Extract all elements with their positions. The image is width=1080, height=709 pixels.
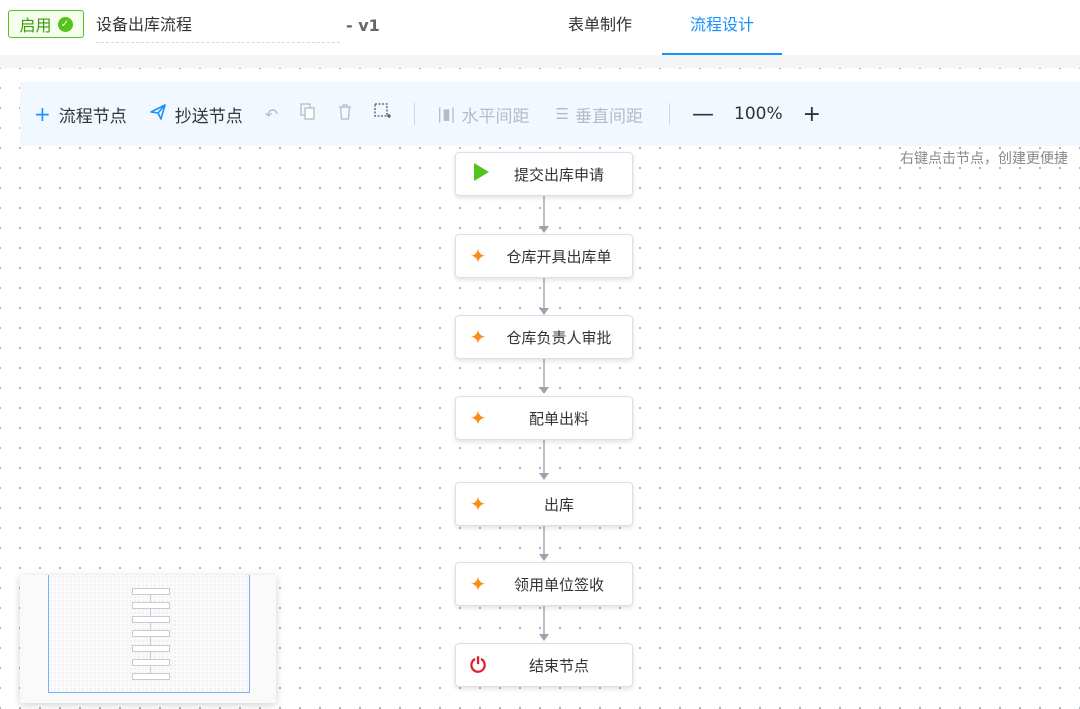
node-label: 配单出料	[528, 409, 589, 428]
vertical-spacing-label: 垂直间距	[575, 106, 643, 127]
minimap-node	[132, 616, 170, 623]
flow-node-end[interactable]: ⏻ 结束节点	[455, 643, 633, 687]
arrow-down-icon	[539, 473, 549, 480]
zoom-in-button[interactable]: +	[803, 102, 821, 127]
app-header: 启用 ✓ 设备出库流程 - v1 表单制作 流程设计	[0, 0, 1080, 56]
flow-node-start[interactable]: 提交出库申请	[455, 152, 633, 196]
flow-connector	[543, 440, 545, 473]
flow-connector	[543, 196, 545, 226]
horizontal-spacing-label: 水平间距	[461, 106, 530, 127]
arrow-down-icon	[539, 554, 549, 561]
vertical-spacing-button[interactable]: ☰ 垂直间距	[556, 102, 643, 127]
minimap-node	[132, 645, 170, 652]
header-separator	[0, 55, 1080, 68]
sparkle-icon: ✦	[469, 406, 487, 430]
flow-node[interactable]: ✦ 仓库负责人审批	[455, 315, 633, 359]
power-icon: ⏻	[470, 653, 486, 677]
flow-node[interactable]: ✦ 仓库开具出库单	[455, 234, 633, 278]
node-label: 仓库负责人审批	[506, 328, 612, 347]
status-badge[interactable]: 启用 ✓	[8, 10, 84, 38]
tab-flow-design[interactable]: 流程设计	[662, 0, 782, 55]
minimap[interactable]	[20, 575, 276, 703]
sparkle-icon: ✦	[469, 572, 487, 596]
flow-node[interactable]: ✦ 领用单位签收	[455, 562, 633, 606]
minimap-connector	[150, 609, 151, 616]
node-label: 仓库开具出库单	[506, 247, 612, 266]
add-cc-node-label: 抄送节点	[174, 106, 243, 127]
node-label: 出库	[543, 495, 574, 514]
minimap-connector	[150, 623, 151, 630]
minimap-node	[132, 602, 170, 609]
horizontal-spacing-button[interactable]: |▮| 水平间距	[437, 102, 529, 127]
zoom-out-button[interactable]: —	[692, 102, 714, 127]
undo-icon[interactable]: ↶	[265, 105, 278, 124]
version-label: - v1	[346, 16, 380, 35]
arrow-down-icon	[539, 226, 549, 233]
arrow-down-icon	[539, 387, 549, 394]
flow-node[interactable]: ✦ 出库	[455, 482, 633, 526]
zoom-level: 100%	[734, 104, 783, 124]
arrow-down-icon	[539, 634, 549, 641]
check-circle-icon: ✓	[57, 16, 73, 32]
node-label: 提交出库申请	[513, 165, 604, 184]
toolbar-divider	[669, 103, 670, 125]
minimap-connector	[150, 637, 151, 645]
arrow-down-icon	[539, 308, 549, 315]
flow-name-input[interactable]: 设备出库流程	[96, 12, 340, 43]
sparkle-icon: ✦	[469, 325, 487, 349]
plus-icon: +	[34, 102, 51, 126]
minimap-connector	[150, 666, 151, 673]
flow-connector	[543, 359, 545, 387]
minimap-connector	[150, 652, 151, 659]
tab-form-design[interactable]: 表单制作	[550, 0, 650, 55]
select-region-icon[interactable]	[374, 103, 392, 125]
minimap-connector	[150, 595, 151, 602]
flow-node[interactable]: ✦ 配单出料	[455, 396, 633, 440]
status-label: 启用	[19, 16, 52, 35]
minimap-node	[132, 659, 170, 666]
copy-icon[interactable]	[300, 103, 316, 125]
sparkle-icon: ✦	[469, 244, 487, 268]
minimap-node	[132, 588, 170, 595]
minimap-node	[132, 673, 170, 680]
add-flow-node-label: 流程节点	[58, 106, 127, 127]
add-flow-node-button[interactable]: + 流程节点	[34, 102, 127, 127]
vertical-spacing-icon: ☰	[555, 105, 569, 123]
node-label: 领用单位签收	[513, 575, 604, 594]
node-label: 结束节点	[528, 656, 589, 675]
toolbar-divider	[414, 103, 416, 125]
designer-toolbar: + 流程节点 抄送节点 ↶ |▮| 水平间距 ☰ 垂直间距 — 100% +	[20, 82, 1080, 146]
sparkle-icon: ✦	[469, 492, 487, 516]
context-hint: 右键点击节点，创建更便捷	[900, 151, 1068, 167]
flow-connector	[543, 526, 545, 554]
send-icon	[149, 102, 167, 126]
add-cc-node-button[interactable]: 抄送节点	[149, 102, 243, 127]
play-icon	[456, 162, 500, 186]
flow-connector	[543, 606, 545, 634]
horizontal-spacing-icon: |▮|	[437, 105, 456, 123]
flow-connector	[543, 278, 545, 308]
delete-icon[interactable]	[338, 104, 352, 124]
minimap-node	[132, 630, 170, 637]
